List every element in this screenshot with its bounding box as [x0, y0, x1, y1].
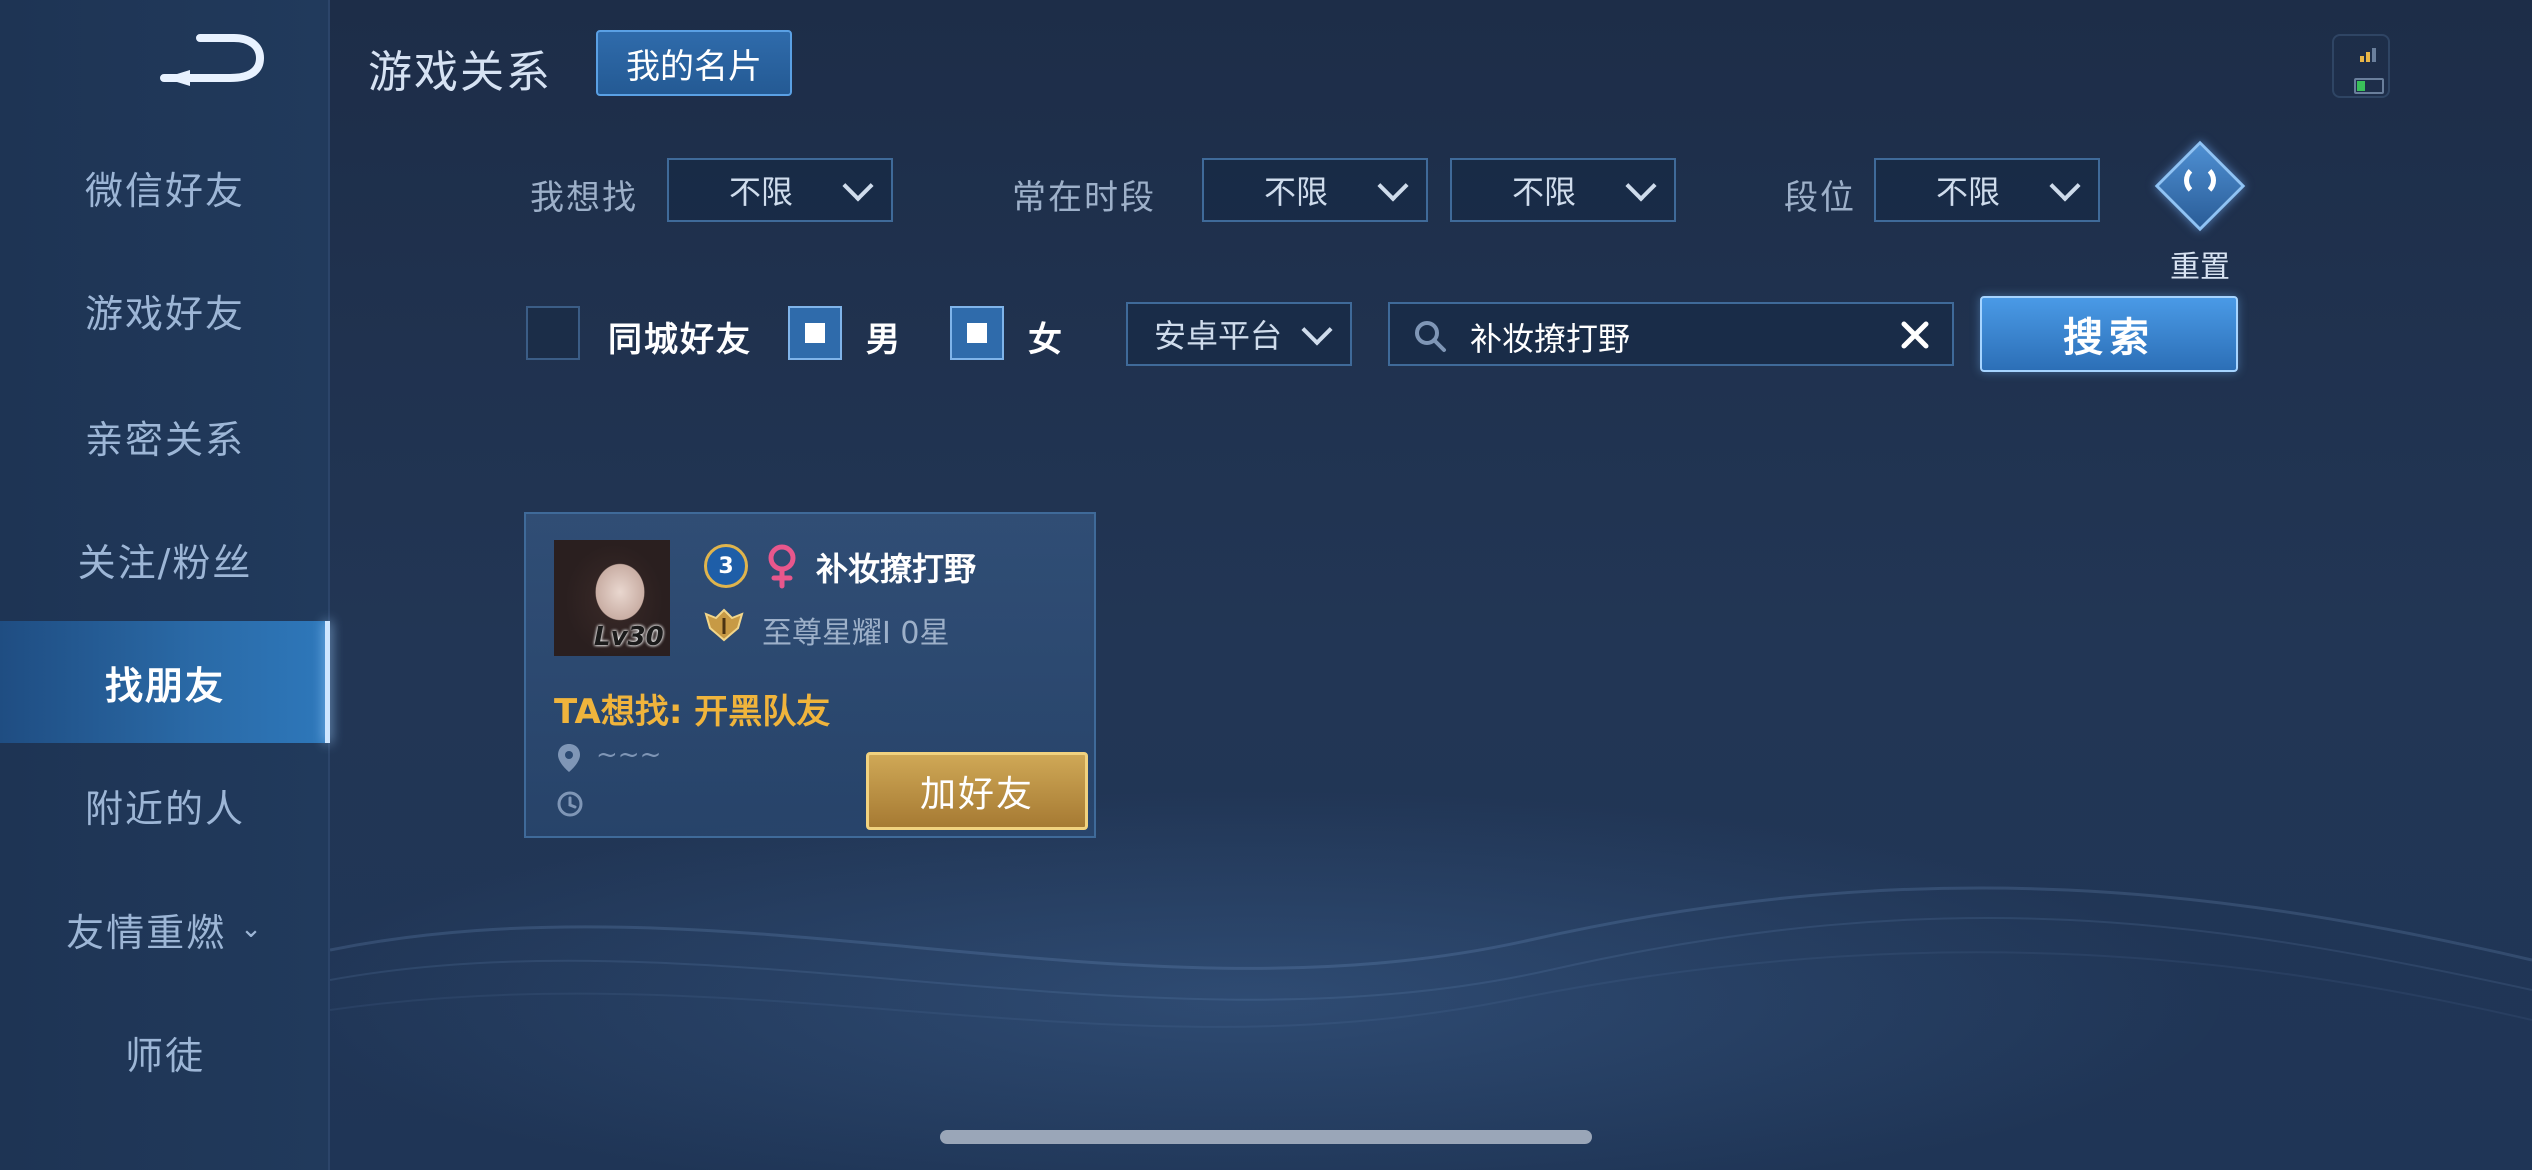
sidebar-item-find-friends[interactable]: 找朋友	[0, 621, 330, 743]
rank-emblem-icon	[704, 608, 744, 642]
sidebar-item-label: 友情重燃	[66, 910, 227, 955]
sidebar-item-nearby[interactable]: 附近的人	[0, 744, 330, 866]
sidebar-item-mentor[interactable]: 师徒	[0, 991, 330, 1113]
refresh-icon	[2154, 140, 2246, 232]
player-rank: 至尊星耀I 0星	[762, 616, 950, 651]
sidebar-item-game-friends[interactable]: 游戏好友	[0, 249, 330, 371]
chevron-down-icon	[1377, 170, 1409, 202]
battery-icon	[2354, 78, 2384, 94]
chevron-down-icon	[1625, 170, 1657, 202]
active-period-start-select[interactable]: 不限	[1202, 158, 1428, 222]
chevron-down-icon	[1301, 314, 1333, 346]
male-label: 男	[866, 320, 902, 360]
search-text: 补妆撩打野	[1470, 320, 1631, 358]
sidebar-item-label: 微信好友	[84, 168, 245, 213]
level-value: 3	[718, 553, 734, 579]
location-pin-icon	[558, 744, 580, 772]
active-period-start-value: 不限	[1264, 173, 1329, 211]
sidebar-item-label: 关注/粉丝	[77, 540, 253, 585]
active-period-end-value: 不限	[1512, 173, 1577, 211]
chevron-down-icon: ⌄	[240, 914, 264, 944]
active-period-label: 常在时段	[1012, 178, 1156, 218]
male-checkbox[interactable]	[788, 306, 842, 360]
sidebar-item-label: 游戏好友	[84, 291, 245, 336]
looking-for-text: TA想找: 开黑队友	[554, 692, 831, 732]
level-badge: 3	[704, 544, 748, 588]
same-city-checkbox[interactable]	[526, 306, 580, 360]
background-wave	[330, 886, 2532, 1028]
avatar-level: Lv30	[594, 622, 664, 652]
sidebar-item-label: 师徒	[124, 1033, 205, 1078]
platform-value: 安卓平台	[1154, 317, 1283, 355]
sidebar-item-wechat-friends[interactable]: 微信好友	[0, 126, 330, 248]
add-friend-button[interactable]: 加好友	[866, 752, 1088, 830]
active-period-end-select[interactable]: 不限	[1450, 158, 1676, 222]
sidebar-item-label: 找朋友	[104, 663, 225, 708]
looking-for-label: 我想找	[530, 178, 638, 218]
chevron-down-icon	[2049, 170, 2081, 202]
close-icon[interactable]	[1898, 318, 1932, 352]
platform-select[interactable]: 安卓平台	[1126, 302, 1352, 366]
avatar[interactable]: Lv30	[554, 540, 670, 656]
clock-icon	[557, 791, 583, 817]
rank-select[interactable]: 不限	[1874, 158, 2100, 222]
female-checkbox[interactable]	[950, 306, 1004, 360]
back-arrow-icon[interactable]	[150, 28, 270, 88]
search-input[interactable]: 补妆撩打野	[1388, 302, 1954, 366]
sidebar: 微信好友 游戏好友 亲密关系 关注/粉丝 找朋友 附近的人 友情重燃 ⌄ 师徒	[0, 0, 330, 1170]
female-label: 女	[1028, 320, 1064, 360]
page-title: 游戏关系	[368, 47, 552, 98]
reset-label: 重置	[2170, 250, 2230, 285]
home-indicator[interactable]	[940, 1130, 1592, 1144]
female-icon	[768, 544, 796, 589]
same-city-label: 同城好友	[608, 320, 752, 360]
status-indicator	[2332, 34, 2390, 98]
looking-for-select[interactable]: 不限	[667, 158, 893, 222]
my-card-button[interactable]: 我的名片	[596, 30, 792, 96]
player-name: 补妆撩打野	[816, 550, 977, 588]
sidebar-item-label: 亲密关系	[84, 417, 245, 462]
sidebar-item-intimate[interactable]: 亲密关系	[0, 375, 330, 497]
looking-for-value: 不限	[729, 173, 794, 211]
search-button[interactable]: 搜索	[1980, 296, 2238, 372]
sidebar-item-label: 附近的人	[84, 786, 245, 831]
chevron-down-icon	[842, 170, 874, 202]
rank-label: 段位	[1784, 178, 1856, 218]
sidebar-item-follow-fans[interactable]: 关注/粉丝	[0, 498, 330, 620]
friend-result-card[interactable]: Lv30 3 补妆撩打野 至尊星耀I 0星 TA想找: 开黑队友 ~~~ 加好友	[524, 512, 1096, 838]
search-icon	[1415, 321, 1446, 352]
rank-value: 不限	[1936, 173, 2001, 211]
location-text: ~~~	[596, 740, 662, 770]
sidebar-item-rekindle[interactable]: 友情重燃 ⌄	[0, 868, 330, 990]
reset-button[interactable]: 重置	[2154, 140, 2246, 286]
